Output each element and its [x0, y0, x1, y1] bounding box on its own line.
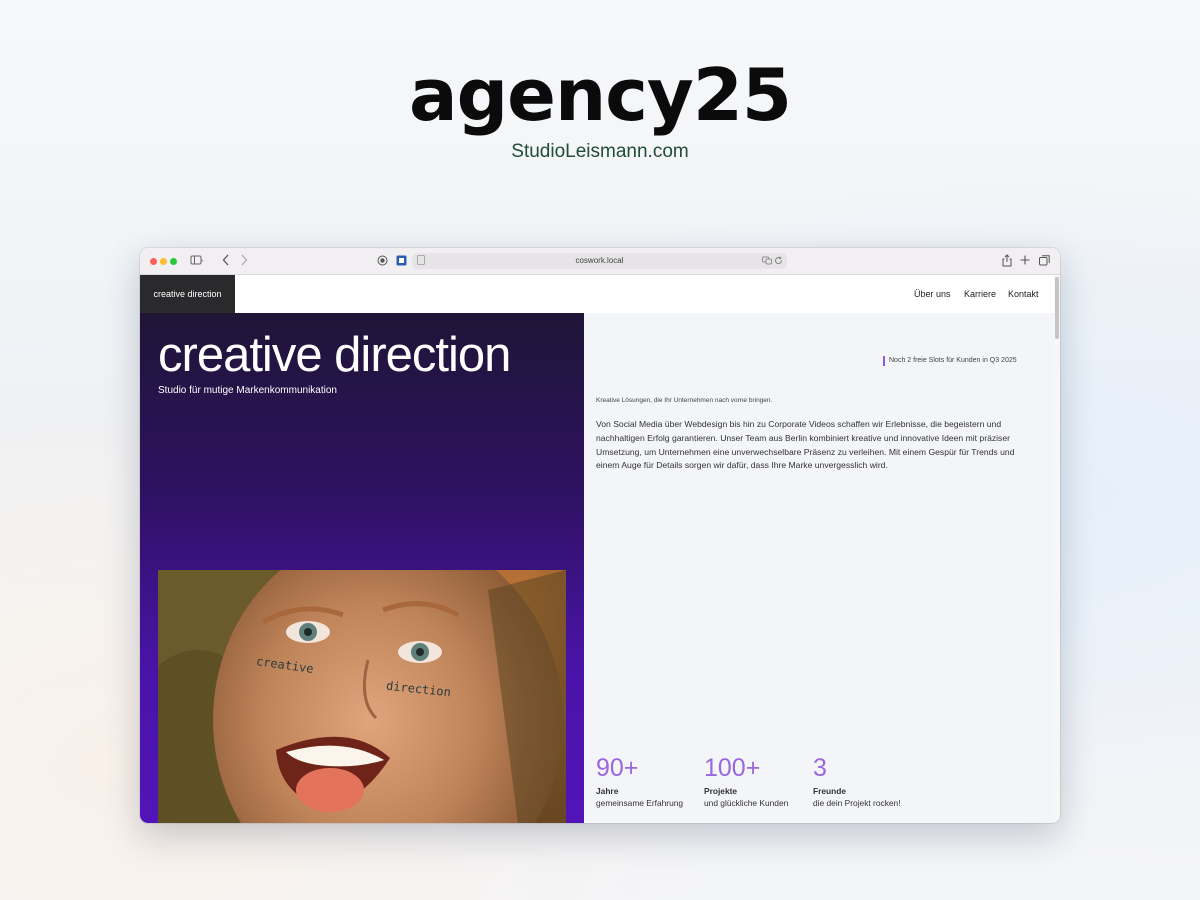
stat-description: gemeinsame Erfahrung — [596, 798, 684, 808]
promo-title: agency25 — [408, 53, 792, 137]
scrollbar-track[interactable] — [1054, 275, 1060, 823]
share-icon[interactable] — [1002, 254, 1012, 271]
scrollbar-thumb[interactable] — [1055, 277, 1059, 339]
stat-label: Freunde — [813, 786, 847, 796]
nav-link-ueber-uns[interactable]: Über uns — [914, 289, 951, 300]
intro-paragraph: Von Social Media über Webdesign bis hin … — [596, 419, 1015, 471]
nav-link-karriere[interactable]: Karriere — [964, 289, 996, 300]
zoom-window-button[interactable] — [170, 258, 177, 265]
tabs-overview-icon[interactable] — [1039, 255, 1050, 270]
stat-friends: 3 Freunde die dein Projekt rocken! — [813, 753, 901, 810]
url-text: coswork.local — [575, 256, 624, 265]
promo-subtitle: StudioLeismann.com — [511, 141, 689, 162]
site-navbar: creative direction Über uns Karriere Kon… — [140, 275, 1054, 313]
slots-note: Noch 2 freie Slots für Kunden in Q3 2025 — [883, 356, 1017, 366]
hero-panel: creative direction Studio für mutige Mar… — [140, 313, 584, 823]
web-page: creative direction Über uns Karriere Kon… — [140, 275, 1060, 823]
stat-number: 90+ — [596, 754, 639, 782]
translate-icon[interactable] — [762, 255, 772, 269]
site-brand-link[interactable]: creative direction — [140, 275, 235, 313]
sidebar-icon[interactable] — [190, 255, 204, 270]
hero-title: creative direction — [158, 328, 511, 382]
hero-photo: creative direction — [158, 570, 566, 823]
stat-description: und glückliche Kunden — [704, 798, 789, 808]
content-panel: Noch 2 freie Slots für Kunden in Q3 2025… — [584, 313, 1054, 823]
reload-icon[interactable] — [774, 255, 783, 269]
hero-subtitle: Studio für mutige Markenkommunikation — [158, 385, 337, 396]
address-bar[interactable]: coswork.local — [412, 253, 787, 269]
stat-number: 100+ — [704, 754, 761, 782]
tagline: Kreative Lösungen, die Ihr Unternehmen n… — [596, 397, 773, 404]
stat-description: die dein Projekt rocken! — [813, 798, 901, 808]
chevron-back-icon[interactable] — [222, 254, 230, 270]
chevron-forward-icon[interactable] — [240, 254, 248, 270]
browser-window: coswork.local creative direction Über un… — [140, 248, 1060, 823]
nav-link-kontakt[interactable]: Kontakt — [1008, 289, 1039, 300]
minimize-window-button[interactable] — [160, 258, 167, 265]
new-tab-icon[interactable] — [1020, 255, 1030, 269]
stat-projects: 100+ Projekte und glückliche Kunden — [704, 753, 788, 810]
privacy-icon[interactable] — [377, 255, 388, 270]
stat-years: 90+ Jahre gemeinsame Erfahrung — [596, 753, 683, 810]
stat-label: Projekte — [704, 786, 738, 796]
stat-label: Jahre — [596, 786, 619, 796]
stat-number: 3 — [813, 754, 827, 782]
browser-toolbar: coswork.local — [140, 248, 1060, 275]
close-window-button[interactable] — [150, 258, 157, 265]
extension-icon[interactable] — [396, 255, 407, 270]
